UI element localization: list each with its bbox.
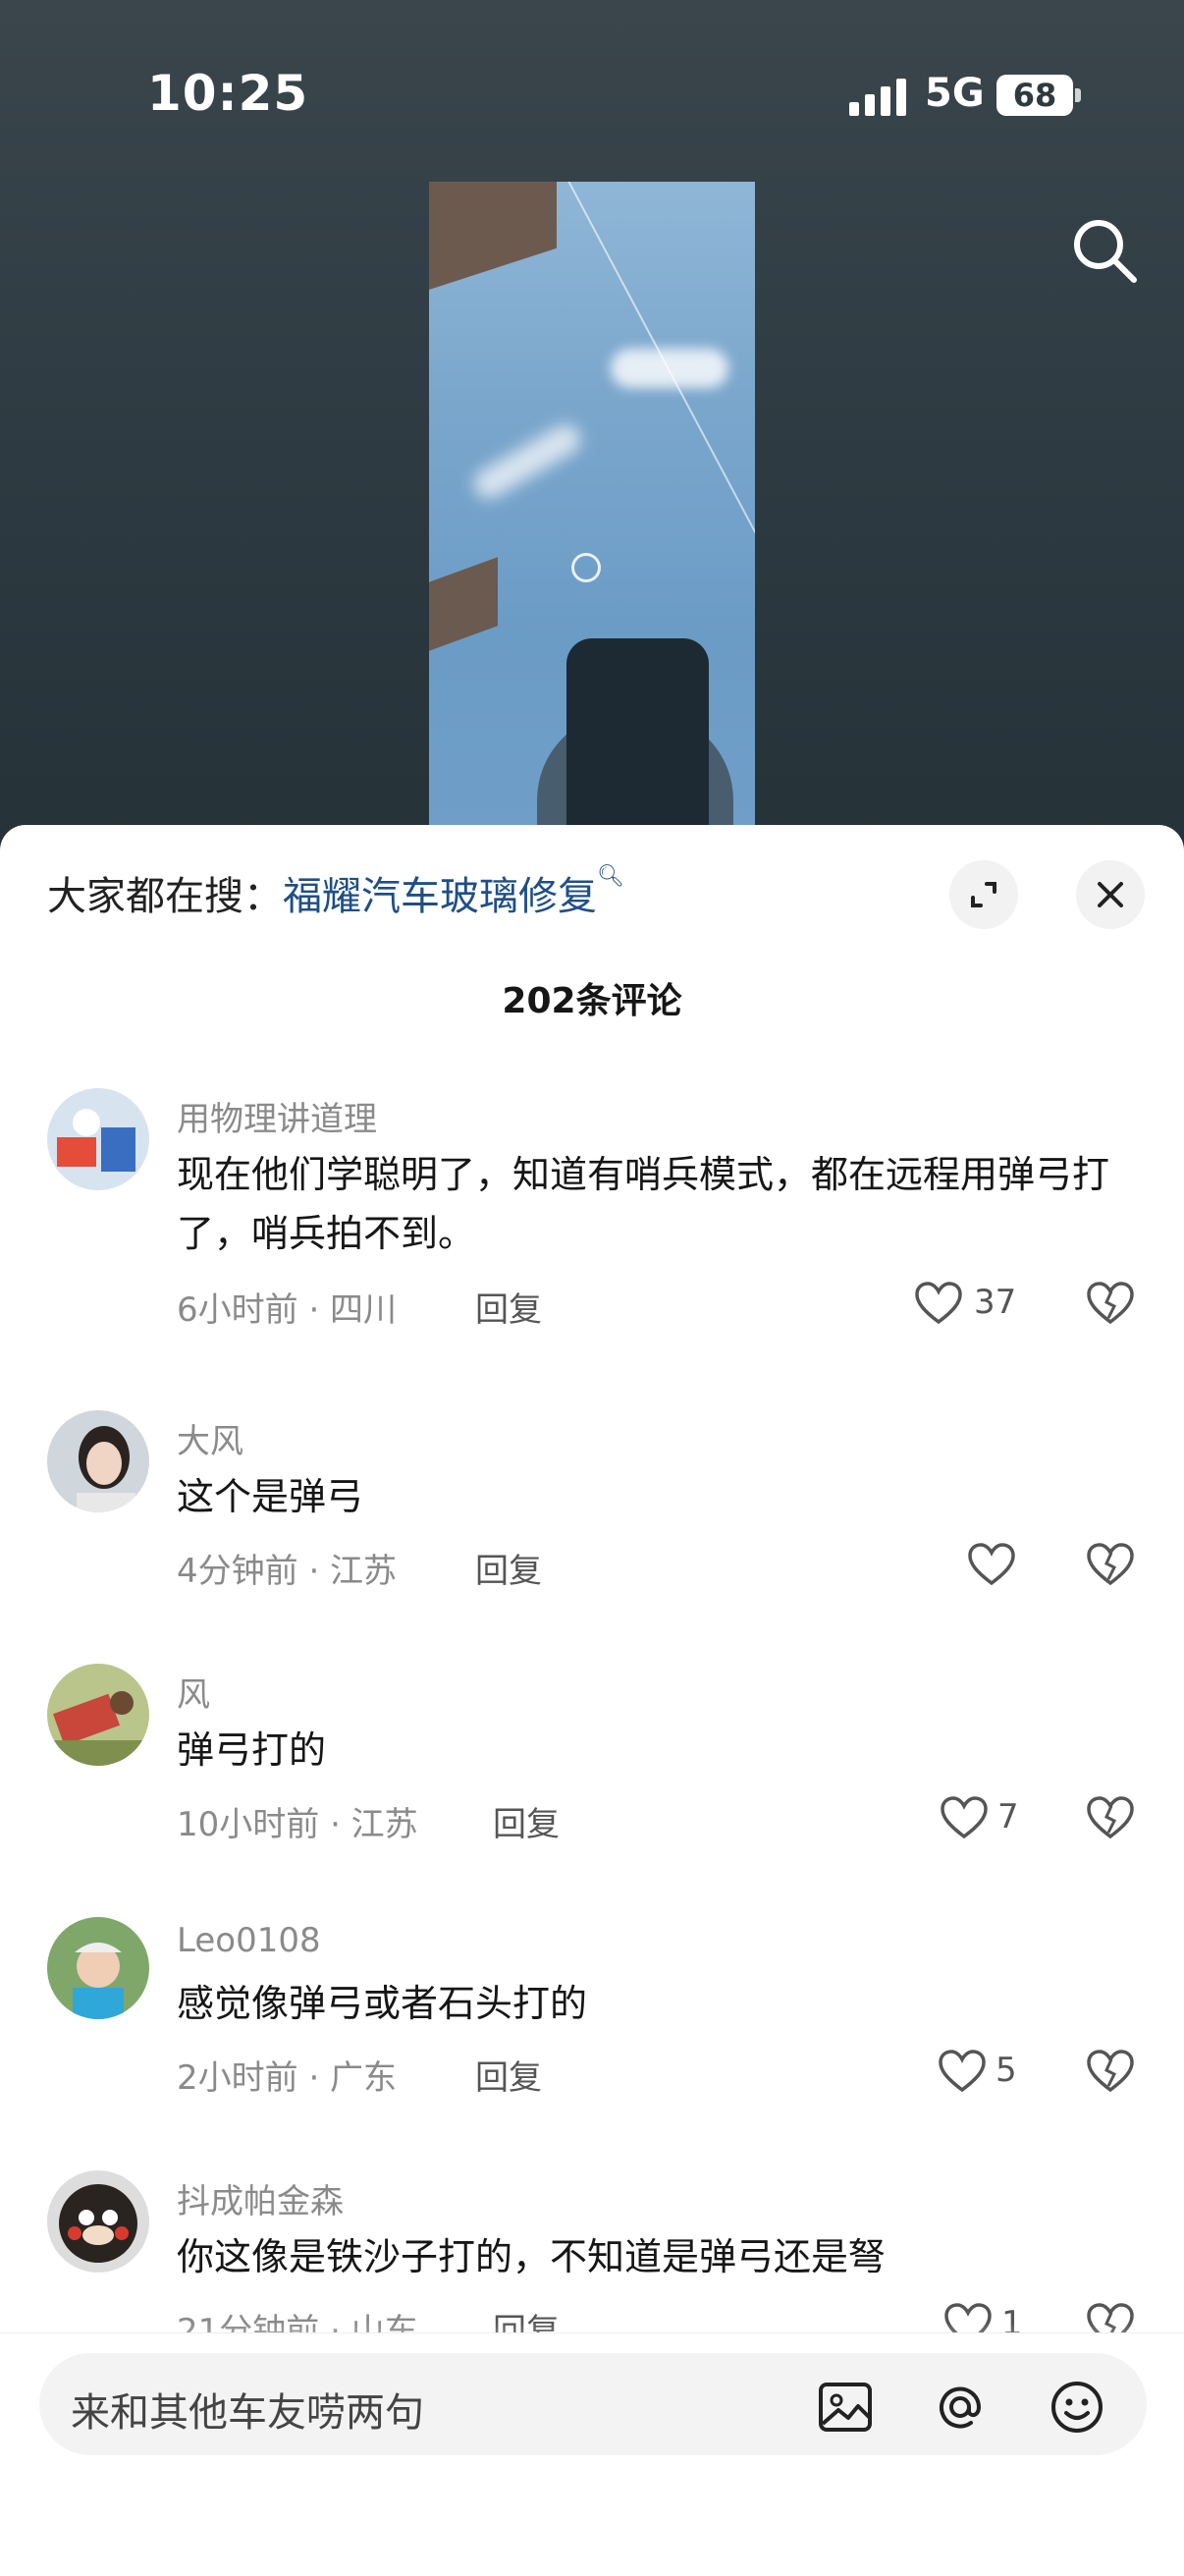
close-icon[interactable] [1076,860,1145,929]
comment-input-placeholder: 来和其他车友唠两句 [71,2390,424,2436]
comment-item: 风 弹弓打的 10小时前 · 江苏 回复 7 [0,1664,1184,1899]
like-count: 37 [974,1283,1017,1322]
at-icon[interactable] [930,2377,991,2438]
comment-item: 大风 这个是弹弓 4分钟前 · 江苏 回复 [0,1410,1184,1646]
reply-button[interactable]: 回复 [475,1283,542,1331]
expand-icon[interactable] [949,860,1018,929]
broken-heart-icon[interactable] [1085,1540,1136,1591]
video-building [429,557,498,651]
reply-button[interactable]: 回复 [493,1797,560,1845]
emoji-icon[interactable] [1047,2377,1107,2438]
comment-username[interactable]: 风 [177,1668,210,1716]
comment-meta: 10小时前 · 江苏 [177,1805,418,1844]
signal-icon [849,77,908,116]
battery-icon: 68 [996,75,1073,116]
comment-username[interactable]: 大风 [177,1414,243,1462]
search-icon[interactable] [1065,211,1144,290]
reply-button[interactable]: 回复 [475,1544,542,1592]
avatar[interactable] [47,1410,149,1512]
hot-search-link[interactable]: 福耀汽车玻璃修复 [283,874,597,919]
like-count: 7 [997,1797,1019,1836]
status-bar: 10:25 5G 68 [0,0,1184,196]
battery-tip [1075,88,1081,102]
reply-button[interactable]: 回复 [475,2051,542,2099]
heart-icon[interactable] [939,1793,990,1844]
video-cloud [468,419,586,504]
broken-heart-icon[interactable] [1085,1793,1136,1844]
heart-icon[interactable] [937,2047,988,2098]
search-small-icon: 🔍︎ [597,864,624,889]
comment-input[interactable]: 来和其他车友唠两句 [39,2353,1147,2455]
comment-input-bar: 来和其他车友唠两句 [0,2332,1184,2576]
avatar[interactable] [47,1664,149,1766]
network-label: 5G [925,71,985,116]
comment-meta: 2小时前 · 广东 [177,2058,398,2098]
comment-item: Leo0108 感觉像弹弓或者石头打的 2小时前 · 广东 回复 5 [0,1917,1184,2153]
video-phone [566,638,709,830]
hot-search[interactable]: 大家都在搜：福耀汽车玻璃修复🔍︎ [47,864,624,921]
comment-text: 弹弓打的 [177,1728,327,1772]
heart-icon[interactable] [966,1540,1017,1591]
video-player[interactable] [429,182,755,830]
broken-heart-icon[interactable] [1085,2047,1136,2098]
comment-text: 现在他们学聪明了，知道有哨兵模式，都在远程用弹弓打了，哨兵拍不到。 [177,1153,1110,1255]
comment-username[interactable]: Leo0108 [177,1921,321,1960]
comment-text: 你这像是铁沙子打的，不知道是弹弓还是弩 [177,2235,887,2278]
avatar[interactable] [47,2170,149,2273]
comment-count: 202条评论 [502,981,682,1021]
status-time: 10:25 [147,65,309,122]
comment-username[interactable]: 用物理讲道理 [177,1092,377,1140]
hot-search-prefix: 大家都在搜： [47,874,283,919]
avatar[interactable] [47,1088,149,1190]
comment-username[interactable]: 抖成帕金森 [177,2174,344,2222]
image-icon[interactable] [815,2377,876,2438]
comment-meta: 6小时前 · 四川 [177,1290,398,1330]
comment-meta: 4分钟前 · 江苏 [177,1552,398,1591]
comment-item: 用物理讲道理 现在他们学聪明了，知道有哨兵模式，都在远程用弹弓打了，哨兵拍不到。… [0,1088,1184,1330]
avatar[interactable] [47,1917,149,2019]
glass-crack [571,553,601,582]
comment-text: 感觉像弹弓或者石头打的 [177,1982,588,2025]
comments-panel: 大家都在搜：福耀汽车玻璃修复🔍︎ 202条评论 用物理讲道理 现在他们学聪明了，… [0,825,1184,2576]
broken-heart-icon[interactable] [1085,1279,1136,1330]
like-count: 5 [996,2051,1017,2090]
video-building [429,182,557,290]
heart-icon[interactable] [913,1279,964,1330]
comment-text: 这个是弹弓 [177,1475,364,1518]
